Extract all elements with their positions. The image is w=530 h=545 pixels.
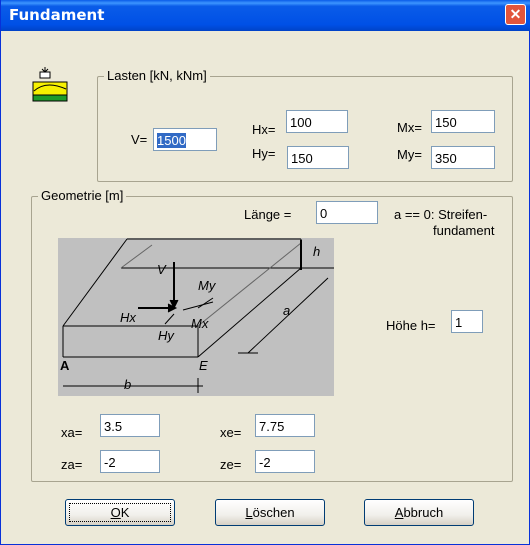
- xa-field[interactable]: 3.5: [100, 414, 160, 437]
- laenge-value: 0: [320, 206, 328, 221]
- hx-value: 100: [290, 115, 312, 130]
- label-h: h: [313, 244, 321, 259]
- title-bar[interactable]: Fundament ✕: [1, 0, 530, 31]
- hx-label: Hx=: [252, 122, 276, 137]
- dialog-window: Fundament ✕ Lasten [kN, kNm] V= 1500 Hx=…: [0, 0, 530, 545]
- streifen-note-2: fundament: [433, 223, 495, 238]
- my-value: 350: [435, 151, 457, 166]
- focus-ring: [69, 503, 171, 522]
- my-field[interactable]: 350: [431, 146, 495, 169]
- v-value: 1500: [157, 133, 186, 148]
- laenge-label: Länge =: [244, 207, 292, 222]
- geometrie-legend: Geometrie [m]: [38, 188, 127, 203]
- ze-value: -2: [259, 455, 271, 470]
- mx-label: Mx=: [397, 120, 422, 135]
- window-title: Fundament: [9, 6, 105, 24]
- label-hx: Hx: [120, 310, 136, 325]
- foundation-diagram: V My Hx Mx Hy h a b A E: [58, 238, 334, 396]
- streifen-note-1: a == 0: Streifen-: [394, 207, 488, 222]
- loeschen-accel: L: [245, 505, 253, 520]
- abbruch-button[interactable]: Abbruch: [364, 499, 474, 526]
- label-v: V: [157, 262, 166, 277]
- label-a: a: [283, 303, 291, 318]
- xe-field[interactable]: 7.75: [255, 414, 315, 437]
- foundation-icon: [32, 66, 68, 102]
- hoehe-value: 1: [455, 315, 463, 330]
- za-field[interactable]: -2: [100, 450, 160, 473]
- loeschen-label: öschen: [252, 505, 295, 520]
- v-label: V=: [131, 132, 148, 147]
- label-mx: Mx: [191, 316, 209, 331]
- label-b: b: [124, 377, 132, 392]
- xa-value: 3.5: [104, 419, 123, 434]
- label-corner-a: A: [60, 358, 70, 373]
- mx-field[interactable]: 150: [431, 110, 495, 133]
- xe-value: 7.75: [259, 419, 285, 434]
- xe-label: xe=: [220, 425, 242, 440]
- za-label: za=: [61, 457, 83, 472]
- hy-field[interactable]: 150: [287, 146, 349, 169]
- close-icon[interactable]: ✕: [505, 4, 526, 25]
- ze-label: ze=: [220, 457, 242, 472]
- hy-label: Hy=: [252, 146, 276, 161]
- za-value: -2: [104, 455, 116, 470]
- laenge-field[interactable]: 0: [316, 201, 378, 224]
- v-field[interactable]: 1500: [153, 128, 217, 151]
- xa-label: xa=: [61, 425, 83, 440]
- hy-value: 150: [291, 151, 313, 166]
- abbruch-label: bbruch: [403, 505, 444, 520]
- lasten-legend: Lasten [kN, kNm]: [104, 68, 210, 83]
- label-corner-e: E: [199, 358, 208, 373]
- my-label: My=: [397, 147, 422, 162]
- loeschen-button[interactable]: Löschen: [215, 499, 325, 526]
- mx-value: 150: [435, 115, 457, 130]
- hoehe-label: Höhe h=: [386, 318, 436, 333]
- label-hy: Hy: [158, 328, 174, 343]
- hoehe-field[interactable]: 1: [451, 310, 483, 333]
- hx-field[interactable]: 100: [286, 110, 348, 133]
- ze-field[interactable]: -2: [255, 450, 315, 473]
- ok-button[interactable]: OK: [65, 499, 175, 526]
- label-my: My: [198, 278, 216, 293]
